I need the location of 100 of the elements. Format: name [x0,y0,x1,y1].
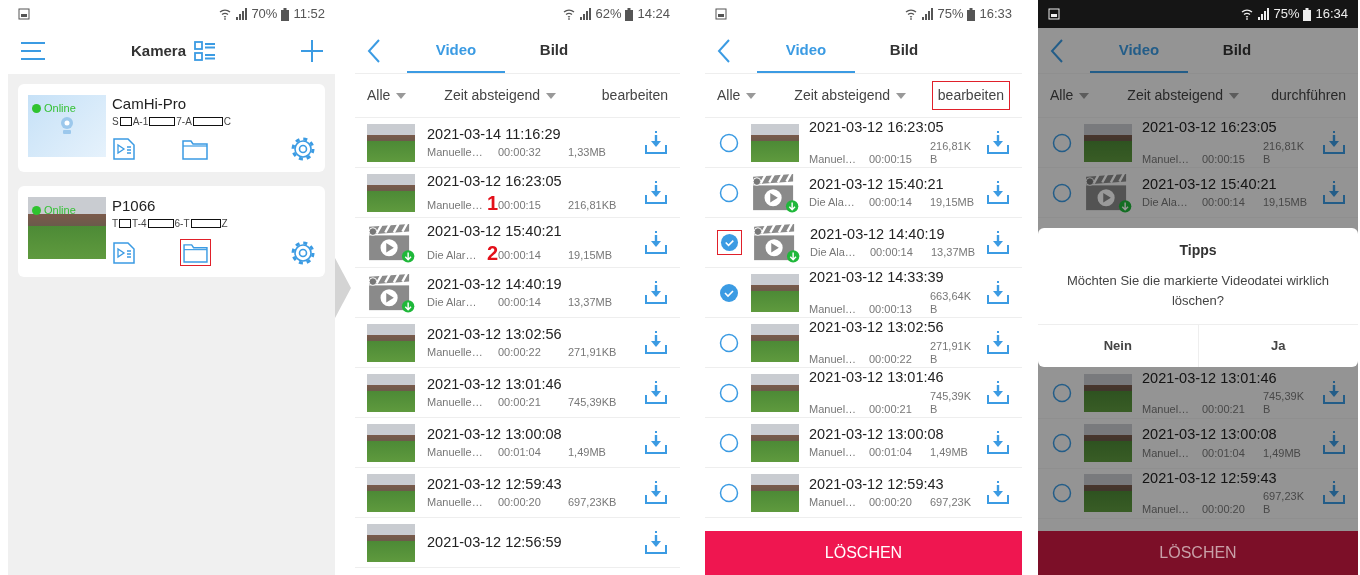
recording-source: Manuelle… [427,346,484,360]
recording-source: Manuelle… [427,396,484,410]
edit-button[interactable]: durchführen [1271,85,1346,106]
file-size: 271,91KB [930,339,972,366]
download-icon[interactable] [986,380,1010,405]
sort-dropdown[interactable]: Zeit absteigend [794,85,907,106]
recording-source: Manuel… [809,352,858,366]
caret-icon [896,92,907,99]
signal-icon [579,8,592,20]
download-icon[interactable] [986,480,1010,505]
clapperboard-icon [752,222,800,263]
radio-circle-icon[interactable] [719,332,739,353]
tab[interactable]: Bild [1188,32,1286,73]
playlist-icon[interactable] [112,241,136,264]
download-icon[interactable] [1322,431,1346,455]
dialog-button[interactable]: Nein [1038,325,1198,367]
sort-dropdown[interactable]: Zeit absteigend [444,85,557,106]
camera-card[interactable]: Online P1066 T T-4 6-T Z [18,186,325,277]
recording-date: 2021-03-14 11:16:29 [427,125,562,144]
download-icon[interactable] [986,130,1010,155]
download-icon[interactable] [986,180,1010,205]
clapperboard-icon [751,172,799,213]
recording-date: 2021-03-12 13:01:46 [427,375,563,394]
radio-circle-icon[interactable] [719,432,739,453]
playlist-icon[interactable] [112,138,136,160]
folder-icon[interactable] [180,239,211,266]
tab[interactable]: Bild [855,32,953,73]
dialog-button[interactable]: Ja [1197,325,1358,367]
serial-text: S [112,115,119,129]
edit-button[interactable]: bearbeiten [601,85,668,106]
photo-placeholder [751,473,799,512]
download-icon[interactable] [644,230,668,255]
folder-icon[interactable] [182,138,208,160]
radio-circle-icon[interactable] [1052,433,1072,453]
file-size: 19,15MB [930,196,976,210]
download-icon[interactable] [644,330,668,355]
recording-duration: 00:00:20 [498,496,542,510]
download-icon[interactable] [1322,481,1346,505]
radio-circle-icon[interactable] [719,382,739,403]
download-icon[interactable] [644,180,668,205]
download-icon[interactable] [986,230,1010,255]
checked-circle-icon[interactable] [717,230,742,255]
download-icon[interactable] [644,430,668,455]
recording-duration: 00:00:20 [869,496,913,510]
download-icon[interactable] [986,430,1010,455]
download-icon[interactable] [644,130,668,155]
recording-duration: 00:00:20 [1202,503,1246,517]
settings-icon[interactable] [291,240,315,265]
download-icon[interactable] [644,480,668,505]
download-icon[interactable] [1322,130,1346,155]
recording-source: Manuel… [1142,152,1191,166]
sort-dropdown[interactable]: Zeit absteigend [1127,85,1240,106]
download-icon[interactable] [644,280,668,305]
checked-circle-icon[interactable] [719,282,739,303]
filter-dropdown[interactable]: Alle [717,85,757,106]
radio-circle-icon[interactable] [719,182,739,203]
radio-circle-icon[interactable] [719,132,739,153]
status-time: 14:24 [637,5,670,24]
download-icon[interactable] [986,330,1010,355]
plus-icon[interactable] [301,40,323,62]
image-icon [715,8,727,20]
menu-icon[interactable] [20,41,46,61]
settings-icon[interactable] [291,137,315,161]
camera-card[interactable]: Online CamHi-Pro S A-1 7-A C [18,84,325,172]
recording-source: Manuel… [1142,403,1191,417]
download-icon[interactable] [644,380,668,405]
recording-source: Manuel… [1142,503,1191,517]
recording-date: 2021-03-12 16:23:05 [1142,119,1278,137]
edit-button[interactable]: bearbeiten [931,81,1010,110]
wifi-icon [563,8,576,20]
recording-date: 2021-03-12 13:01:46 [809,369,945,387]
redaction-box [147,219,174,228]
status-dot-icon [32,103,41,113]
recording-duration: 00:00:14 [870,246,914,260]
back-icon[interactable] [1050,39,1064,63]
download-icon[interactable] [1322,180,1346,205]
recording-date: 2021-03-12 15:40:21 [1142,175,1278,194]
radio-circle-icon[interactable] [1052,483,1072,503]
tab[interactable]: Bild [505,32,603,73]
radio-circle-icon[interactable] [1052,132,1072,153]
radio-circle-icon[interactable] [1052,383,1072,403]
back-icon[interactable] [717,39,731,63]
download-icon[interactable] [1322,381,1346,405]
back-icon[interactable] [367,39,381,63]
recording-duration: 00:00:14 [1202,196,1246,210]
filter-dropdown[interactable]: Alle [1050,85,1090,106]
grid-list-icon[interactable] [194,41,216,61]
recording-duration: 00:00:32 [498,146,542,160]
download-icon[interactable] [986,280,1010,305]
delete-button[interactable]: LÖSCHEN [1038,531,1358,575]
filter-dropdown[interactable]: Alle [367,85,407,106]
radio-circle-icon[interactable] [1052,182,1072,203]
recording-date: 2021-03-12 14:33:39 [809,269,945,287]
file-size: 19,15MB [1263,196,1309,210]
delete-button[interactable]: LÖSCHEN [705,531,1022,575]
recording-date: 2021-03-12 12:59:43 [1142,469,1278,488]
photo-placeholder [367,123,415,162]
photo-placeholder [751,423,799,462]
radio-circle-icon[interactable] [719,482,739,503]
download-icon[interactable] [644,530,668,555]
